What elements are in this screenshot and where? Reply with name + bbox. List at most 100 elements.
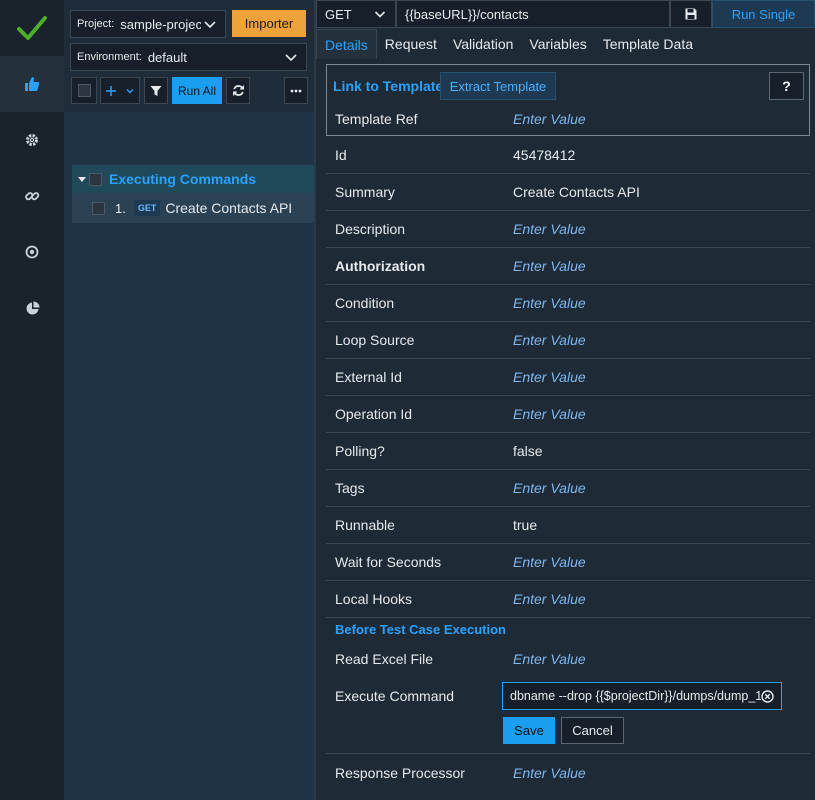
tree-toolbar-area: Project: sample-project Importer Environ… [64, 0, 314, 112]
app-root: Project: sample-project Importer Environ… [0, 0, 815, 800]
field-value[interactable]: false [513, 443, 543, 459]
select-all-checkbox[interactable] [71, 77, 97, 104]
field-value[interactable]: Enter Value [513, 406, 586, 422]
more-dots-icon [290, 89, 302, 92]
field-label: Description [335, 221, 406, 237]
tab-template-data[interactable]: Template Data [595, 29, 701, 59]
filter-icon [150, 85, 162, 96]
field-row-wait-for-seconds: Wait for Seconds Enter Value [326, 544, 810, 581]
checkbox-box [77, 84, 91, 97]
more-options-button[interactable] [284, 77, 308, 104]
extract-template-button[interactable]: Extract Template [440, 72, 556, 100]
field-value[interactable]: Enter Value [513, 111, 586, 127]
clear-icon[interactable] [761, 689, 774, 703]
field-label: Tags [335, 480, 365, 496]
chevron-down-icon [374, 11, 386, 18]
method-select[interactable]: GET [316, 0, 396, 28]
item-name: Create Contacts API [165, 200, 293, 216]
field-label: Summary [335, 184, 395, 200]
field-label: Response Processor [335, 764, 465, 781]
field-value[interactable]: Enter Value [513, 480, 586, 496]
field-label: Read Excel File [335, 650, 434, 667]
environment-select[interactable]: Environment: default [70, 43, 307, 71]
save-request-button[interactable] [670, 0, 712, 28]
detail-tabs: Details Request Validation Variables Tem… [316, 29, 815, 59]
tree-group-executing-commands[interactable]: Executing Commands [72, 165, 314, 193]
url-input[interactable]: {{baseURL}}/contacts [396, 0, 670, 28]
refresh-button[interactable] [226, 77, 250, 104]
field-value[interactable]: true [513, 517, 537, 533]
field-value[interactable]: Enter Value [513, 591, 586, 607]
project-select[interactable]: Project: sample-project [70, 10, 226, 38]
field-label: Condition [335, 295, 395, 311]
method-value: GET [325, 6, 352, 22]
field-label: Template Ref [335, 110, 418, 127]
field-value[interactable]: Enter Value [513, 554, 586, 570]
field-label: Local Hooks [335, 591, 413, 607]
field-value[interactable]: 45478412 [513, 147, 575, 163]
field-row-description: Description Enter Value [326, 211, 810, 248]
save-button[interactable]: Save [503, 717, 555, 744]
group-checkbox[interactable] [89, 172, 102, 186]
environment-value: default [147, 49, 187, 65]
run-all-button[interactable]: Run All [172, 77, 222, 104]
field-row-external-id: External Id Enter Value [326, 359, 810, 396]
field-label: Runnable [335, 517, 395, 533]
field-value[interactable]: Create Contacts API [513, 184, 640, 200]
target-icon[interactable] [0, 224, 64, 280]
field-label: Authorization [335, 258, 426, 274]
field-value[interactable]: Enter Value [513, 332, 586, 348]
tab-variables[interactable]: Variables [521, 29, 594, 59]
field-row-response-processor: Response Processor Enter Value [326, 754, 810, 791]
plus-icon [106, 85, 116, 96]
tree-item[interactable]: 1. GET Create Contacts API [72, 193, 314, 223]
field-value[interactable]: Enter Value [513, 295, 586, 311]
field-value[interactable]: Enter Value [513, 258, 586, 274]
thumbs-up-icon[interactable] [0, 56, 64, 112]
chevron-down-icon [285, 54, 297, 62]
floppy-disk-icon [685, 8, 697, 20]
add-button[interactable] [100, 77, 140, 104]
field-value[interactable]: Enter Value [513, 765, 586, 781]
field-row-template-ref: Template Ref Enter Value [326, 100, 810, 137]
field-label: Wait for Seconds [335, 554, 442, 570]
method-badge: GET [133, 200, 161, 216]
field-row-id: Id 45478412 [326, 137, 810, 174]
cancel-button[interactable]: Cancel [561, 717, 624, 744]
filter-button[interactable] [144, 77, 168, 104]
checkmark-logo-icon[interactable] [0, 0, 64, 56]
project-label: Project: [77, 18, 115, 30]
field-row-condition: Condition Enter Value [326, 285, 810, 322]
link-to-template-link[interactable]: Link to Template [333, 78, 443, 94]
caret-down-icon[interactable] [77, 174, 87, 184]
help-button[interactable]: ? [769, 72, 804, 100]
link-icon[interactable] [0, 168, 64, 224]
item-checkbox[interactable] [92, 201, 105, 215]
chevron-down-icon [204, 21, 216, 29]
chevron-down-icon[interactable] [125, 86, 135, 96]
tab-request[interactable]: Request [377, 29, 445, 59]
field-label: Loop Source [335, 332, 415, 348]
project-value: sample-project [120, 16, 201, 32]
importer-button[interactable]: Importer [232, 10, 306, 37]
item-number: 1. [115, 200, 126, 216]
run-single-button[interactable]: Run Single [712, 0, 815, 28]
nav-rail [0, 0, 64, 800]
gear-icon[interactable] [0, 112, 64, 168]
field-row-read-excel-file: Read Excel File Enter Value [326, 640, 810, 677]
field-row-summary: Summary Create Contacts API [326, 174, 810, 211]
pie-chart-icon[interactable] [0, 280, 64, 336]
field-value[interactable]: Enter Value [513, 221, 586, 237]
tab-details[interactable]: Details [316, 29, 377, 59]
details-panel: GET {{baseURL}}/contacts Run Single Deta… [314, 0, 815, 800]
field-label: Id [335, 147, 347, 163]
field-label: Execute Command [335, 688, 455, 704]
execute-command-text: dbname --drop {{$projectDir}}/dumps/dump… [510, 689, 761, 703]
field-value[interactable]: Enter Value [513, 651, 586, 667]
execute-command-input[interactable]: dbname --drop {{$projectDir}}/dumps/dump… [502, 682, 782, 710]
tab-validation[interactable]: Validation [445, 29, 521, 59]
request-bar: GET {{baseURL}}/contacts Run Single [316, 0, 815, 28]
field-row-authorization: Authorization Enter Value [326, 248, 810, 285]
field-value[interactable]: Enter Value [513, 369, 586, 385]
field-label: External Id [335, 369, 402, 385]
